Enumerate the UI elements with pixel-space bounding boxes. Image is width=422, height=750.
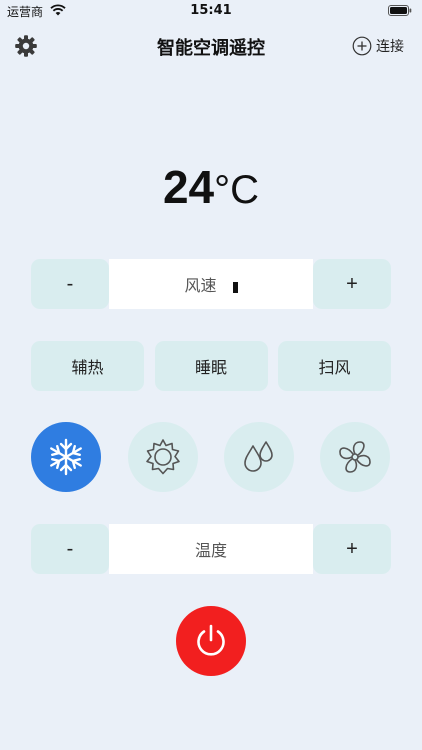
sleep-button[interactable]: 睡眠 [154, 341, 268, 391]
function-toggles: 辅热 睡眠 扫风 [31, 341, 391, 391]
swing-button[interactable]: 扫风 [278, 341, 391, 391]
power-icon [197, 624, 225, 656]
heat-mode-button[interactable] [128, 422, 198, 492]
temperature-control-display: 温度 [109, 524, 313, 574]
fan-speed-stepper: - 风速 + [31, 259, 391, 309]
mode-selector [31, 422, 391, 492]
temperature-label: 温度 [194, 541, 227, 560]
settings-button[interactable] [14, 34, 38, 58]
nav-bar: 智能空调遥控 连接 [0, 28, 422, 64]
gear-icon [15, 35, 37, 57]
status-bar: 运营商 15:41 [0, 0, 422, 22]
sun-icon [146, 439, 180, 475]
temperature-increase-button[interactable]: + [313, 524, 391, 574]
dry-mode-button[interactable] [224, 422, 294, 492]
fan-speed-level-indicator [232, 281, 238, 293]
status-time: 15:41 [190, 3, 232, 18]
temperature-stepper: - 温度 + [31, 524, 391, 574]
temperature-value: 24 [162, 161, 215, 213]
fan-speed-label: 风速 [184, 276, 217, 295]
snowflake-icon [50, 438, 82, 476]
cool-mode-button[interactable] [31, 422, 101, 492]
connect-button[interactable]: 连接 [352, 34, 404, 58]
fan-icon [339, 441, 371, 473]
temperature-unit: °C [214, 168, 260, 212]
battery-icon [388, 5, 412, 16]
water-drops-icon [244, 441, 273, 472]
connect-label: 连接 [376, 39, 404, 55]
fan-speed-decrease-button[interactable]: - [31, 259, 109, 309]
temperature-display: 24°C [0, 160, 422, 220]
fan-speed-display: 风速 [109, 259, 313, 309]
fan-speed-increase-button[interactable]: + [313, 259, 391, 309]
fan-mode-button[interactable] [320, 422, 390, 492]
plus-circle-icon [352, 36, 372, 56]
temperature-decrease-button[interactable]: - [31, 524, 109, 574]
aux-heat-button[interactable]: 辅热 [31, 341, 144, 391]
power-button[interactable] [176, 606, 246, 676]
